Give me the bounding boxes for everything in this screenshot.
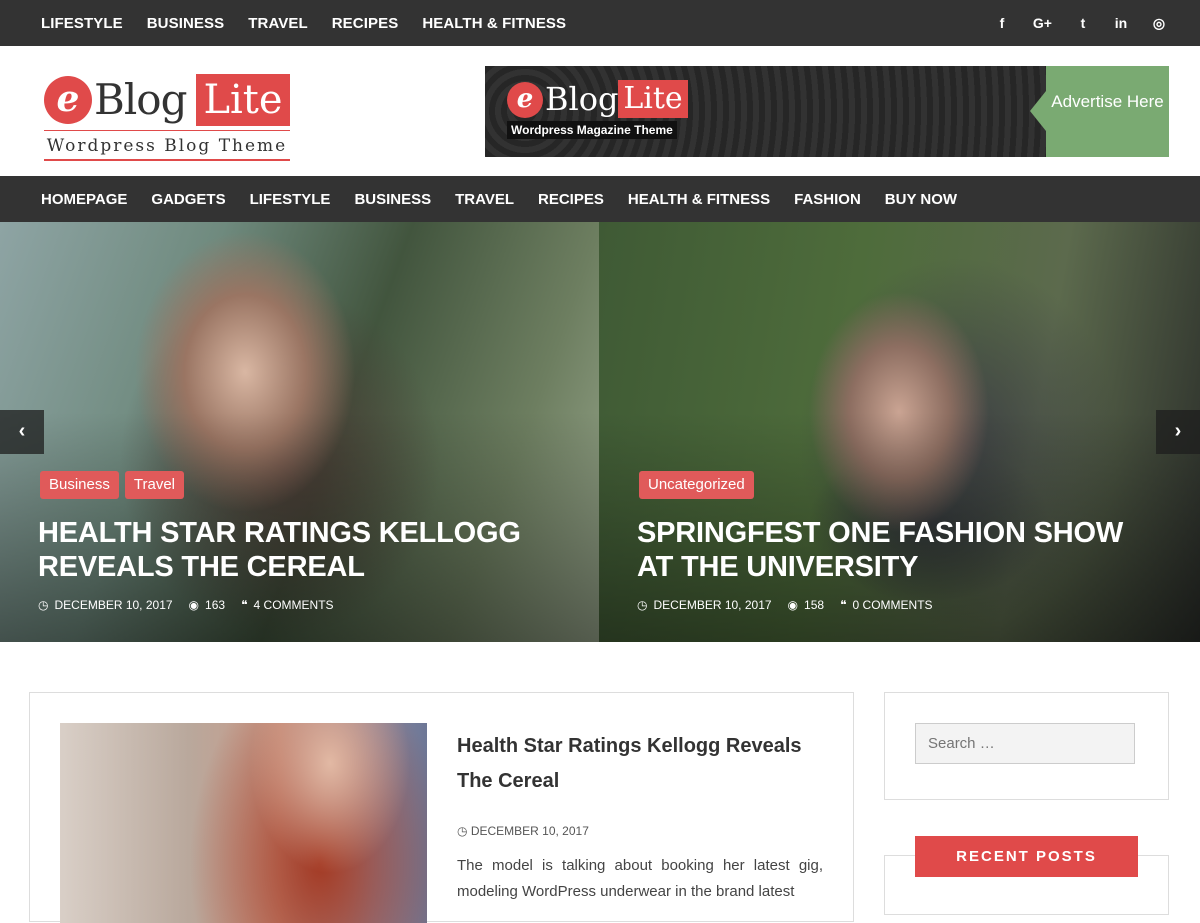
top-menu-recipes[interactable]: RECIPES <box>332 15 399 32</box>
slide-meta: ◷ DECEMBER 10, 2017 ◉ 158 ❝ 0 COMMENTS <box>637 598 939 612</box>
recent-posts-title: RECENT POSTS <box>915 836 1138 877</box>
slide-views: 158 <box>804 598 825 612</box>
slide-date: DECEMBER 10, 2017 <box>653 598 772 612</box>
ad-logo-lite-text: Lite <box>618 80 688 118</box>
search-input[interactable] <box>915 723 1135 764</box>
category-badge[interactable]: Uncategorized <box>639 471 754 499</box>
slider-next-button[interactable]: › <box>1156 410 1200 454</box>
site-logo[interactable]: e Blog Lite Wordpress Blog Theme <box>44 72 292 162</box>
slide-2[interactable]: Uncategorized SPRINGFEST ONE FASHION SHO… <box>599 222 1200 642</box>
slide-date: DECEMBER 10, 2017 <box>54 598 173 612</box>
top-menu: LIFESTYLE BUSINESS TRAVEL RECIPES HEALTH… <box>41 0 590 46</box>
top-menu-health-fitness[interactable]: HEALTH & FITNESS <box>422 15 566 32</box>
slide-1[interactable]: Business Travel HEALTH STAR RATINGS KELL… <box>0 222 599 642</box>
logo-tagline: Wordpress Blog Theme <box>44 130 290 161</box>
nav-recipes[interactable]: RECIPES <box>538 191 604 208</box>
comments-icon: ❝ <box>241 598 248 612</box>
ad-logo-e-mark: e <box>507 82 543 118</box>
ad-subtitle: Wordpress Magazine Theme <box>507 121 677 139</box>
ad-cta[interactable]: Advertise Here <box>1030 66 1169 157</box>
post-date-text: DECEMBER 10, 2017 <box>470 824 589 838</box>
nav-buy-now[interactable]: BUY NOW <box>885 191 957 208</box>
post-thumbnail[interactable] <box>60 723 427 923</box>
clock-icon: ◷ <box>38 598 49 612</box>
top-menu-travel[interactable]: TRAVEL <box>248 15 308 32</box>
main-nav: HOMEPAGE GADGETS LIFESTYLE BUSINESS TRAV… <box>0 176 1200 222</box>
top-bar: LIFESTYLE BUSINESS TRAVEL RECIPES HEALTH… <box>0 0 1200 46</box>
clock-icon: ◷ <box>457 824 471 838</box>
clock-icon: ◷ <box>637 598 648 612</box>
slide-categories: Business Travel <box>40 471 190 499</box>
google-plus-icon[interactable]: G+ <box>1033 15 1052 31</box>
facebook-icon[interactable]: f <box>995 15 1009 31</box>
post-card: Health Star Ratings Kellogg Reveals The … <box>29 692 854 923</box>
twitter-icon[interactable]: t <box>1076 15 1090 31</box>
category-badge[interactable]: Travel <box>124 471 184 499</box>
top-menu-business[interactable]: BUSINESS <box>147 15 225 32</box>
eye-icon: ◉ <box>188 598 200 612</box>
search-widget <box>884 692 1169 800</box>
featured-slider: Business Travel HEALTH STAR RATINGS KELL… <box>0 222 1200 642</box>
advertise-banner[interactable]: e Blog Lite Wordpress Magazine Theme Adv… <box>485 66 1169 157</box>
nav-health-fitness[interactable]: HEALTH & FITNESS <box>628 191 770 208</box>
nav-lifestyle[interactable]: LIFESTYLE <box>250 191 331 208</box>
category-badge[interactable]: Business <box>40 471 119 499</box>
logo-e-mark: e <box>44 76 92 124</box>
top-menu-lifestyle[interactable]: LIFESTYLE <box>41 15 123 32</box>
slide-comments[interactable]: 4 COMMENTS <box>254 598 334 612</box>
eye-icon: ◉ <box>787 598 799 612</box>
slider-prev-button[interactable]: ‹ <box>0 410 44 454</box>
logo-blog-text: Blog <box>94 75 187 124</box>
post-title[interactable]: Health Star Ratings Kellogg Reveals The … <box>457 729 827 799</box>
slide-comments[interactable]: 0 COMMENTS <box>853 598 933 612</box>
slide-meta: ◷ DECEMBER 10, 2017 ◉ 163 ❝ 4 COMMENTS <box>38 598 340 612</box>
instagram-icon[interactable]: ◎ <box>1152 15 1166 32</box>
logo-lite-text: Lite <box>196 74 290 126</box>
slide-views: 163 <box>205 598 226 612</box>
post-excerpt: The model is talking about booking her l… <box>457 857 823 900</box>
nav-fashion[interactable]: FASHION <box>794 191 861 208</box>
linkedin-icon[interactable]: in <box>1114 15 1128 31</box>
slide-title[interactable]: SPRINGFEST ONE FASHION SHOW AT THE UNIVE… <box>637 516 1157 584</box>
nav-homepage[interactable]: HOMEPAGE <box>41 191 127 208</box>
nav-travel[interactable]: TRAVEL <box>455 191 514 208</box>
recent-posts-widget: RECENT POSTS <box>884 836 1169 915</box>
nav-business[interactable]: BUSINESS <box>354 191 431 208</box>
nav-gadgets[interactable]: GADGETS <box>151 191 225 208</box>
ad-logo-blog-text: Blog <box>545 80 619 118</box>
slide-categories: Uncategorized <box>639 471 760 499</box>
social-links: f G+ t in ◎ <box>971 0 1166 46</box>
main-menu: HOMEPAGE GADGETS LIFESTYLE BUSINESS TRAV… <box>41 176 981 222</box>
comments-icon: ❝ <box>840 598 847 612</box>
slide-title[interactable]: HEALTH STAR RATINGS KELLOGG REVEALS THE … <box>38 516 558 584</box>
post-date: ◷ DECEMBER 10, 2017 <box>457 824 589 838</box>
